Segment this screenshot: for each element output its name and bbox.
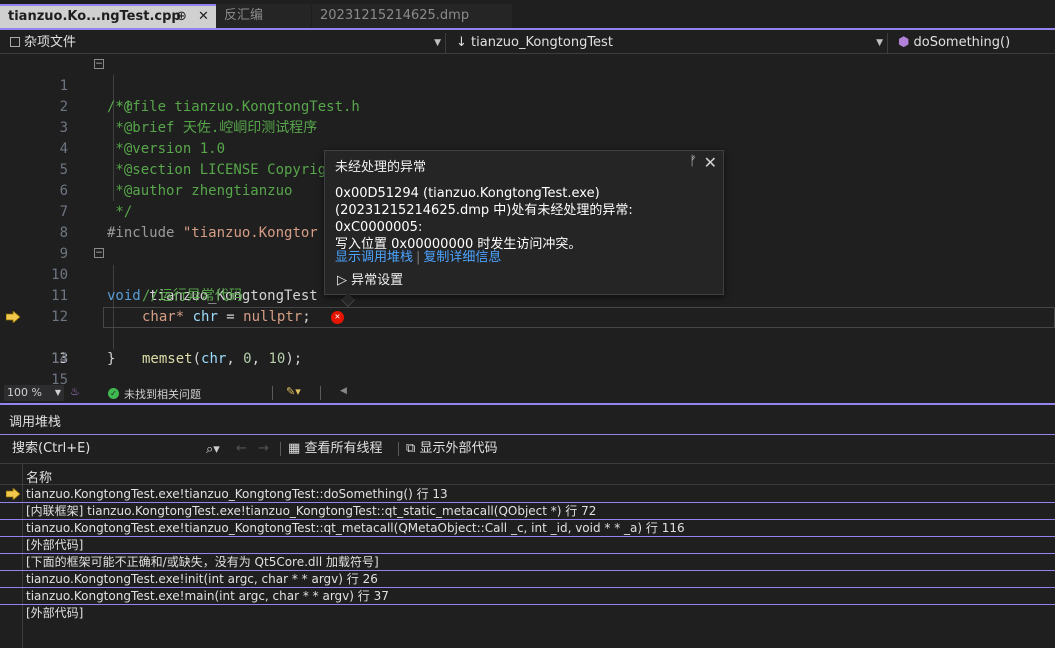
- call-stack-header: 名称: [0, 463, 1055, 486]
- current-frame-arrow-icon: [6, 488, 20, 500]
- zoom-dropdown[interactable]: 100 % ▼: [4, 385, 64, 401]
- popup-title: 未经处理的异常: [335, 160, 427, 175]
- code-line: 4 *@version 1.0: [59, 141, 226, 157]
- code-line: 15: [51, 372, 68, 388]
- brush-icon[interactable]: ✎▾: [286, 385, 301, 398]
- exception-settings-expander[interactable]: ▷ 异常设置: [337, 269, 403, 288]
- close-icon[interactable]: ✕: [704, 153, 717, 172]
- external-code-icon: ⧉: [406, 441, 416, 456]
- column-name-header[interactable]: 名称: [26, 467, 52, 486]
- back-arrow-icon[interactable]: ←: [236, 440, 247, 458]
- current-statement-arrow-icon: [6, 311, 20, 323]
- collapse-icon[interactable]: −: [94, 59, 104, 69]
- editor-status-bar: 100 % ▼ ♨ ✓ 未找到相关问题 ✎▾ ◀: [0, 384, 1055, 402]
- show-call-stack-link[interactable]: 显示调用堆栈: [335, 250, 413, 265]
- search-icon[interactable]: ⌕▾: [206, 439, 220, 461]
- call-stack-row[interactable]: [外部代码]: [0, 605, 1055, 622]
- code-line: 2 *@file tianzuo.KongtongTest.h: [59, 99, 360, 115]
- tab-label: 反汇编: [224, 8, 264, 23]
- panel-divider[interactable]: [0, 403, 1055, 405]
- tab-dump-file[interactable]: 20231215214625.dmp: [312, 4, 512, 28]
- call-stack-row[interactable]: tianzuo.KongtongTest.exe!tianzuo_Kongton…: [0, 520, 1055, 537]
- tab-label: tianzuo.Ko...ngTest.cpp: [8, 9, 181, 24]
- code-line: 1− /*!: [59, 59, 133, 115]
- exception-message: 0x00D51294 (tianzuo.KongtongTest.exe) (2…: [335, 186, 633, 252]
- chevron-down-icon: ▼: [434, 38, 441, 48]
- chevron-down-icon: ▼: [876, 38, 883, 48]
- member-dropdown[interactable]: ⬢ doSomething(): [892, 33, 1055, 53]
- show-external-code-button[interactable]: ⧉ 显示外部代码: [406, 440, 497, 458]
- call-stack-title: 调用堆栈: [0, 411, 1055, 435]
- tab-kongtongtest-cpp[interactable]: tianzuo.Ko...ngTest.cpp ⊕ ✕: [0, 4, 216, 28]
- exception-error-icon[interactable]: ✕: [331, 311, 344, 324]
- forward-arrow-icon[interactable]: →: [258, 440, 269, 458]
- call-stack-row[interactable]: [外部代码]: [0, 537, 1055, 554]
- copy-details-link[interactable]: 复制详细信息: [423, 250, 501, 265]
- call-stack-toolbar: 搜索(Ctrl+E) ⌕▾ ← → ▦ 查看所有线程 ⧉ 显示外部代码: [0, 436, 1055, 462]
- close-tab-icon[interactable]: ✕: [198, 6, 209, 27]
- project-dropdown[interactable]: 杂项文件 ▼: [4, 33, 446, 53]
- popup-links: 显示调用堆栈 | 复制详细信息: [335, 250, 502, 265]
- scroll-left-icon[interactable]: ◀: [340, 386, 347, 396]
- document-tab-bar: tianzuo.Ko...ngTest.cpp ⊕ ✕ 反汇编 20231215…: [0, 0, 1055, 30]
- unhandled-exception-popup: 未经处理的异常 ᚠ ✕ 0x00D51294 (tianzuo.Kongtong…: [324, 150, 724, 308]
- code-line: 3 *@brief 天佐.崆峒印测试程序: [59, 120, 318, 136]
- code-line-current: 13 memset(chr, 0, 10); ✕: [0, 307, 1055, 367]
- copilot-icon[interactable]: ♨: [70, 385, 80, 398]
- call-stack-row[interactable]: tianzuo.KongtongTest.exe!main(int argc, …: [0, 588, 1055, 605]
- tab-label: 20231215214625.dmp: [320, 8, 470, 23]
- view-all-threads-button[interactable]: ▦ 查看所有线程: [288, 440, 382, 458]
- search-input[interactable]: 搜索(Ctrl+E) ⌕▾: [6, 438, 228, 460]
- code-line: 14}: [51, 351, 116, 367]
- threads-icon: ▦: [288, 441, 301, 456]
- call-stack-row[interactable]: [内联框架] tianzuo.KongtongTest.exe!tianzuo_…: [0, 503, 1055, 520]
- call-stack-row[interactable]: tianzuo.KongtongTest.exe!init(int argc, …: [0, 571, 1055, 588]
- scope-dropdown[interactable]: ↓ tianzuo_KongtongTest ▼: [450, 33, 888, 53]
- issues-status[interactable]: 未找到相关问题: [124, 386, 201, 402]
- navigation-bar: 杂项文件 ▼ ↓ tianzuo_KongtongTest ▼ ⬢ doSome…: [0, 32, 1055, 54]
- check-icon: ✓: [108, 388, 119, 399]
- pin-icon[interactable]: ᚠ: [689, 154, 697, 169]
- collapse-icon[interactable]: −: [94, 248, 104, 258]
- tab-disassembly[interactable]: 反汇编: [216, 4, 311, 28]
- call-stack-row[interactable]: [下面的框架可能不正确和/或缺失，没有为 Qt5Core.dll 加载符号]: [0, 554, 1055, 571]
- file-icon: [10, 37, 20, 47]
- pin-icon[interactable]: ⊕: [176, 6, 187, 27]
- method-icon: ⬢: [898, 35, 910, 50]
- chevron-down-icon: ▼: [54, 388, 61, 397]
- call-stack-row[interactable]: tianzuo.KongtongTest.exe!tianzuo_Kongton…: [0, 486, 1055, 503]
